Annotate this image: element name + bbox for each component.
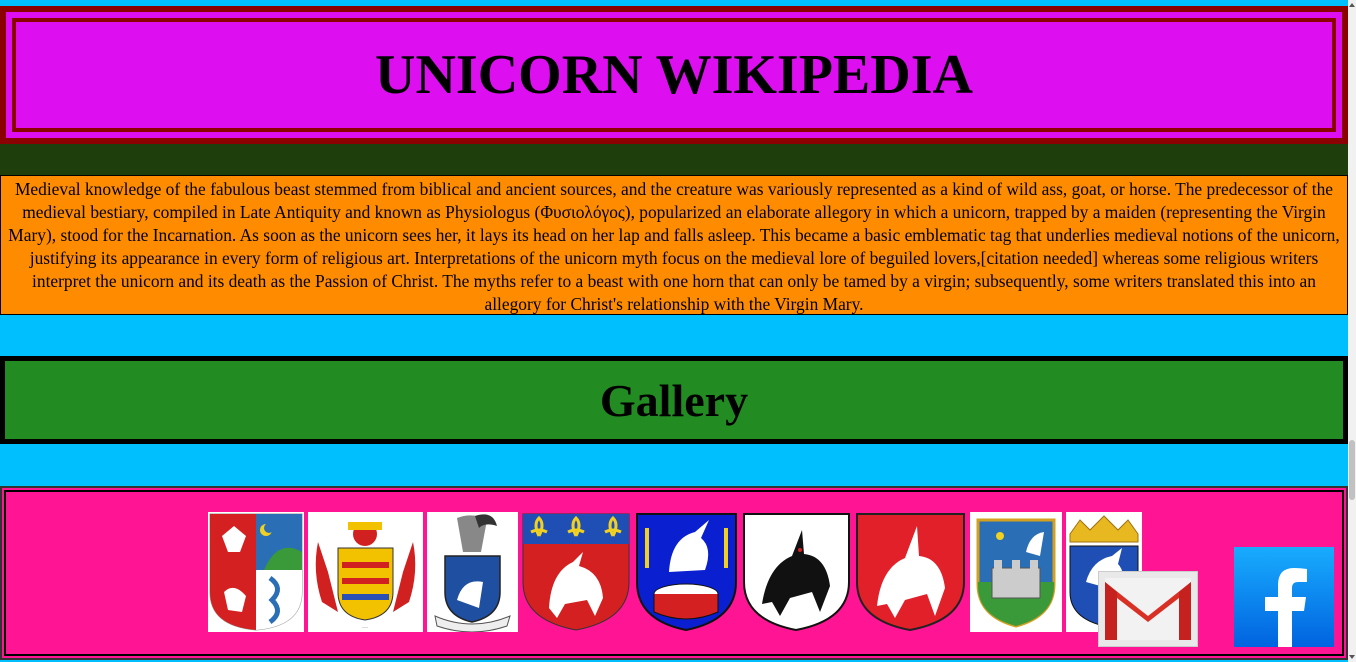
coat-of-arms-castle-icon[interactable]	[970, 512, 1062, 632]
coat-of-arms-fleur-de-lis-icon[interactable]	[521, 512, 631, 632]
page: UNICORN WIKIPEDIA Medieval knowledge of …	[0, 0, 1348, 662]
coat-of-arms-blue-unicorn-icon[interactable]	[427, 512, 518, 632]
coat-of-arms-eagle-unicorn-icon[interactable]	[208, 512, 304, 632]
divider-band	[0, 144, 1348, 175]
vertical-scrollbar[interactable]	[1348, 0, 1356, 662]
header-frame: UNICORN WIKIPEDIA	[12, 18, 1336, 132]
header-inner: UNICORN WIKIPEDIA	[6, 12, 1342, 138]
coat-of-arms-red-yellow-icon[interactable]: …	[308, 512, 423, 632]
gallery-heading-box: Gallery	[0, 356, 1348, 444]
coat-of-arms-red-unicorn-icon[interactable]	[855, 512, 966, 632]
scroll-down-arrow-icon[interactable]	[1349, 655, 1355, 659]
scrollbar-thumb[interactable]	[1349, 440, 1355, 500]
coat-of-arms-black-unicorn-icon[interactable]	[742, 512, 851, 632]
gallery-title: Gallery	[599, 374, 749, 426]
coat-of-arms-drum-unicorn-icon[interactable]	[635, 512, 738, 632]
header: UNICORN WIKIPEDIA	[0, 6, 1348, 144]
page-title: UNICORN WIKIPEDIA	[375, 44, 973, 106]
scroll-up-arrow-icon[interactable]	[1349, 3, 1355, 7]
gmail-icon[interactable]	[1098, 571, 1198, 647]
facebook-icon[interactable]	[1234, 547, 1334, 647]
article-paragraph: Medieval knowledge of the fabulous beast…	[0, 175, 1348, 315]
svg-text:…: …	[362, 624, 368, 630]
